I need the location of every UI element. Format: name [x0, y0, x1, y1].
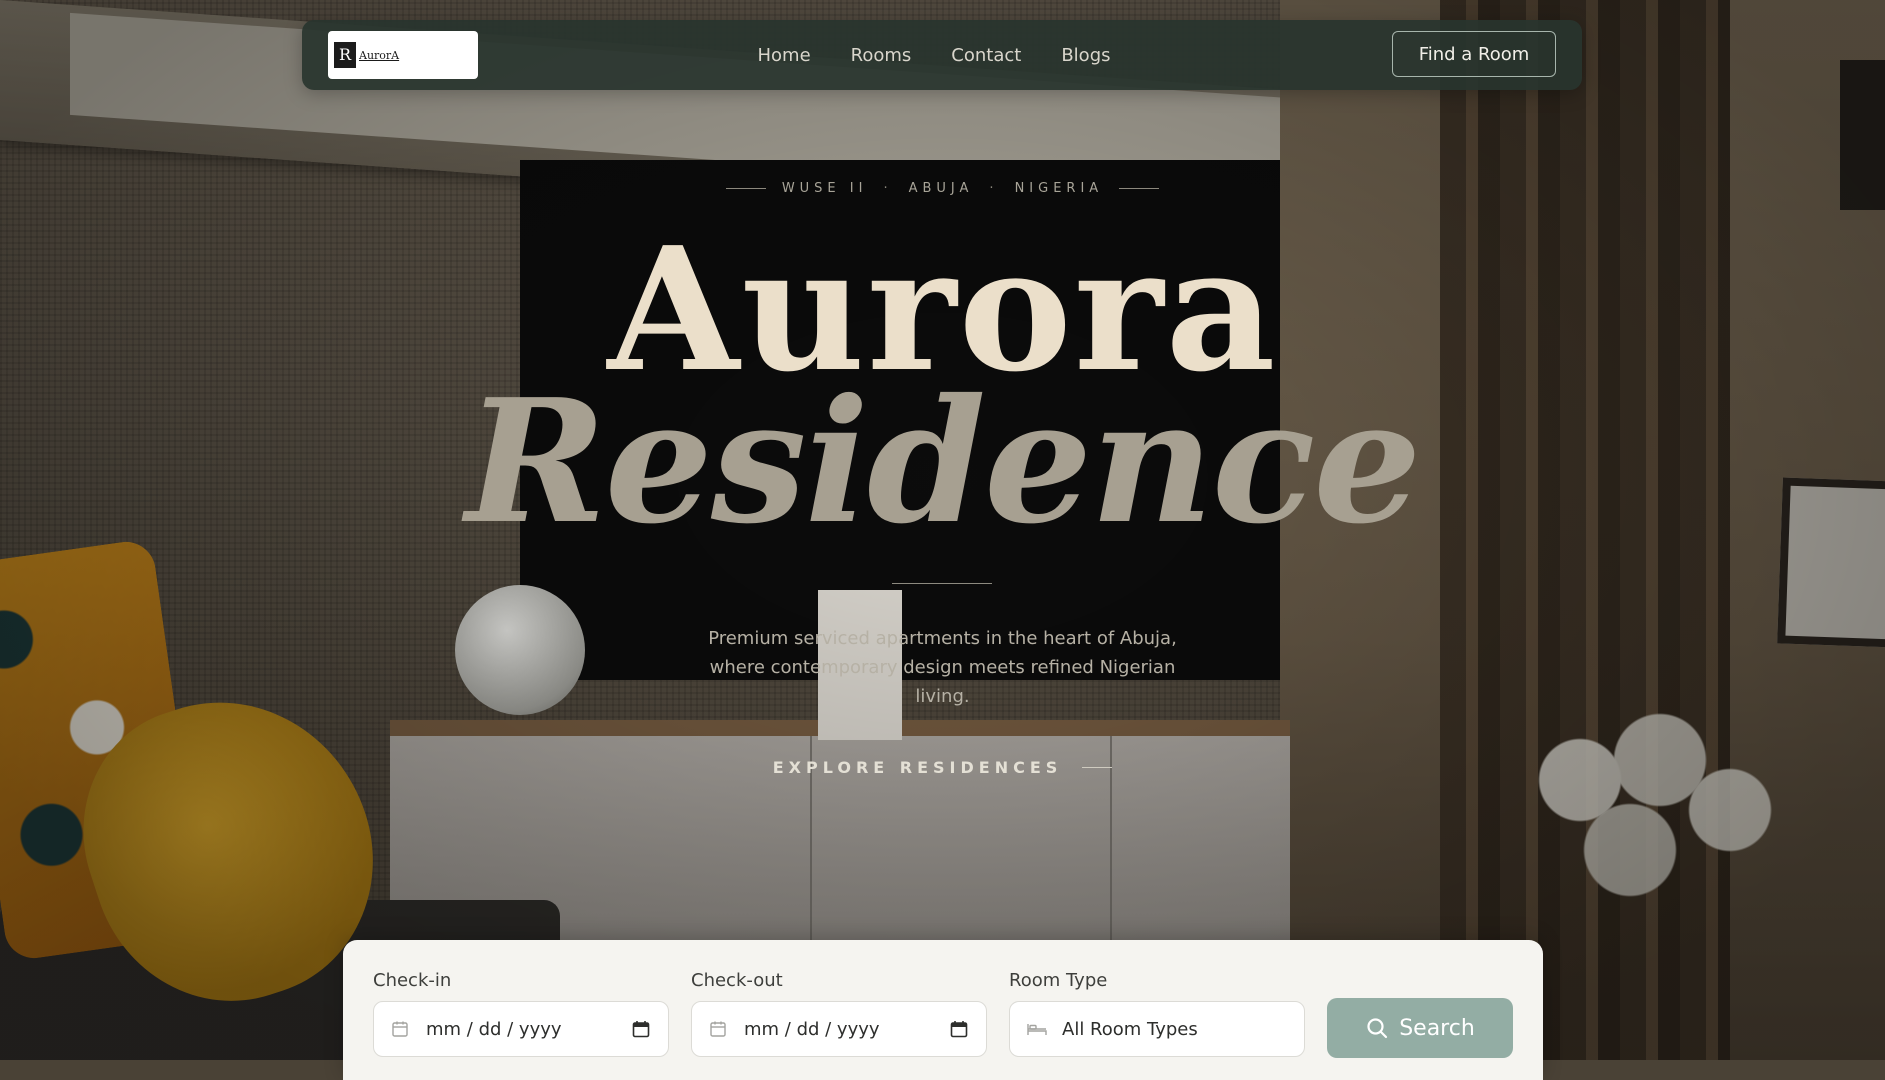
checkout-label: Check-out — [691, 970, 783, 991]
site-logo[interactable]: R AurorA — [328, 31, 478, 79]
eyebrow-city: ABUJA — [908, 181, 974, 196]
calendar-picker-icon[interactable] — [632, 1019, 652, 1039]
eyebrow-separator: · — [989, 181, 999, 196]
search-label: Search — [1399, 1015, 1475, 1041]
checkout-field: Check-out mm / dd / yyyy — [691, 970, 987, 1057]
logo-mark-icon: R — [334, 42, 356, 68]
eyebrow-district: WUSE II — [781, 181, 868, 196]
room-type-field: Room Type All Room Types — [1009, 970, 1305, 1057]
calendar-icon — [708, 1019, 730, 1039]
search-button[interactable]: Search — [1327, 998, 1513, 1058]
hero-subtitle: Premium serviced apartments in the heart… — [708, 628, 1177, 707]
checkout-value: mm / dd / yyyy — [744, 1018, 880, 1040]
hero-title-residence: Residence — [465, 362, 1421, 562]
booking-search-panel: Check-in mm / dd / yyyy Check-out mm / d… — [343, 940, 1543, 1080]
hero-divider — [892, 583, 992, 584]
explore-residences-link[interactable]: EXPLORE RESIDENCES — [0, 758, 1885, 777]
eyebrow-country: NIGERIA — [1014, 181, 1104, 196]
checkout-input[interactable]: mm / dd / yyyy — [691, 1001, 987, 1057]
nav-link-rooms[interactable]: Rooms — [851, 45, 912, 66]
calendar-picker-icon[interactable] — [950, 1019, 970, 1039]
checkin-field: Check-in mm / dd / yyyy — [373, 970, 669, 1057]
top-navbar: R AurorA Home Rooms Contact Blogs Find a… — [302, 20, 1582, 90]
eyebrow-rule-left — [725, 188, 766, 189]
nav-link-home[interactable]: Home — [758, 45, 811, 66]
room-type-value: All Room Types — [1062, 1018, 1198, 1040]
checkin-label: Check-in — [373, 970, 452, 991]
eyebrow-rule-right — [1119, 188, 1160, 189]
eyebrow-separator: · — [883, 181, 893, 196]
logo-text: AurorA — [359, 48, 400, 62]
checkin-value: mm / dd / yyyy — [426, 1018, 562, 1040]
search-icon — [1365, 1016, 1389, 1040]
location-eyebrow: WUSE II · ABUJA · NIGERIA — [0, 181, 1885, 196]
room-type-label: Room Type — [1009, 970, 1108, 991]
explore-arrow-rule — [1082, 767, 1113, 768]
explore-label: EXPLORE RESIDENCES — [772, 758, 1063, 777]
nav-link-blogs[interactable]: Blogs — [1061, 45, 1110, 66]
bed-icon — [1026, 1019, 1048, 1039]
calendar-icon — [390, 1019, 412, 1039]
find-a-room-button[interactable]: Find a Room — [1392, 31, 1556, 77]
checkin-input[interactable]: mm / dd / yyyy — [373, 1001, 669, 1057]
nav-links: Home Rooms Contact Blogs — [302, 20, 1582, 90]
nav-link-contact[interactable]: Contact — [951, 45, 1021, 66]
room-type-select[interactable]: All Room Types — [1009, 1001, 1305, 1057]
